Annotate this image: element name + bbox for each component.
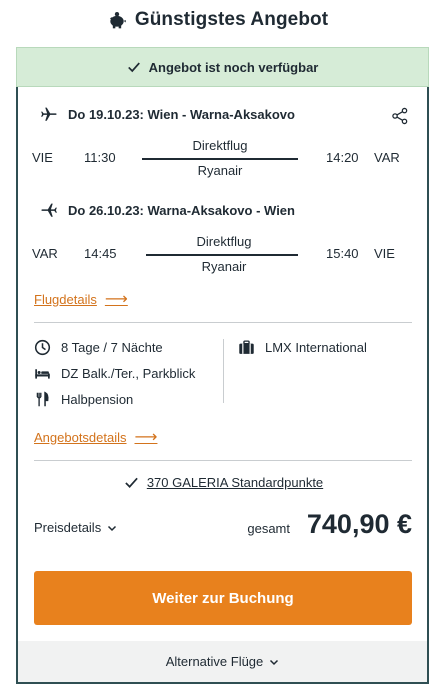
return-title: Do 26.10.23: Warna-Aksakovo - Wien <box>68 202 295 218</box>
offer-details-label: Angebotsdetails <box>34 429 127 445</box>
return-airline: Ryanair <box>201 259 247 274</box>
outbound-to-code: VAR <box>374 150 400 165</box>
outbound-dep-time: 11:30 <box>84 150 116 165</box>
operator-text: LMX International <box>265 339 367 355</box>
outbound-arr-time: 14:20 <box>326 150 359 165</box>
return-flight-row: VAR 14:45 Direktflug Ryanair 15:40 VIE <box>32 234 412 274</box>
check-icon <box>125 477 138 488</box>
outbound-from-code: VIE <box>32 150 53 165</box>
return-arr-time: 15:40 <box>326 246 359 261</box>
price-row: Preisdetails gesamt 740,90 € <box>34 509 412 543</box>
total-label: gesamt <box>247 521 290 536</box>
plane-icon <box>41 203 57 217</box>
divider <box>34 460 412 461</box>
availability-text: Angebot ist noch verfügbar <box>148 59 319 75</box>
price-details-toggle[interactable]: Preisdetails <box>34 520 117 535</box>
outbound-flight-header: Do 19.10.23: Wien - Warna-Aksakovo <box>40 104 295 124</box>
alternative-flights-toggle[interactable]: Alternative Flüge <box>18 641 427 682</box>
duration-detail: 8 Tage / 7 Nächte <box>34 337 163 357</box>
total-price: 740,90 € <box>306 509 412 539</box>
arrow-right-icon: ⟶ <box>104 291 128 308</box>
outbound-flight-row: VIE 11:30 Direktflug Ryanair 14:20 VAR <box>32 138 412 178</box>
vertical-divider <box>223 339 224 403</box>
divider <box>34 322 412 323</box>
return-flight-type: Direktflug <box>196 234 252 249</box>
share-icon[interactable] <box>391 107 409 125</box>
flight-details-link[interactable]: Flugdetails ⟶ <box>34 289 128 309</box>
plane-icon <box>41 107 57 121</box>
board-detail: Halbpension <box>34 389 133 409</box>
suitcase-icon <box>239 339 254 354</box>
duration-text: 8 Tage / 7 Nächte <box>61 339 163 355</box>
offer-card: Angebot ist noch verfügbar Do 19.10.23: … <box>16 47 429 684</box>
bed-icon <box>35 368 50 379</box>
availability-banner: Angebot ist noch verfügbar <box>16 47 429 87</box>
return-to-code: VIE <box>374 246 395 261</box>
piggy-bank-icon <box>109 12 126 29</box>
page-header: Günstigstes Angebot <box>0 0 435 40</box>
operator-detail: LMX International <box>238 337 367 357</box>
outbound-flight-type: Direktflug <box>192 138 248 153</box>
outbound-route-line <box>142 158 298 160</box>
return-dep-time: 14:45 <box>84 246 117 261</box>
price-details-label: Preisdetails <box>34 520 102 535</box>
alternative-flights-label: Alternative Flüge <box>165 654 264 669</box>
return-route-line <box>146 254 298 256</box>
clock-icon <box>34 339 51 355</box>
room-detail: DZ Balk./Ter., Parkblick <box>34 363 195 383</box>
points-info: 370 GALERIA Standardpunkte <box>18 475 429 490</box>
board-text: Halbpension <box>61 391 134 407</box>
arrow-right-icon: ⟶ <box>134 429 158 446</box>
offer-details-link[interactable]: Angebotsdetails ⟶ <box>34 427 157 447</box>
room-text: DZ Balk./Ter., Parkblick <box>61 365 196 381</box>
chevron-down-icon <box>270 659 279 665</box>
page-title: Günstigstes Angebot <box>134 9 329 30</box>
return-from-code: VAR <box>32 246 58 261</box>
chevron-down-icon <box>108 525 117 531</box>
return-flight-header: Do 26.10.23: Warna-Aksakovo - Wien <box>40 200 295 220</box>
check-icon <box>127 62 140 73</box>
points-link[interactable]: 370 GALERIA Standardpunkte <box>147 475 323 490</box>
outbound-title: Do 19.10.23: Wien - Warna-Aksakovo <box>68 106 295 122</box>
outbound-airline: Ryanair <box>197 163 243 178</box>
flight-details-label: Flugdetails <box>34 291 97 307</box>
continue-booking-button[interactable]: Weiter zur Buchung <box>34 571 412 625</box>
fork-knife-icon <box>36 390 49 406</box>
